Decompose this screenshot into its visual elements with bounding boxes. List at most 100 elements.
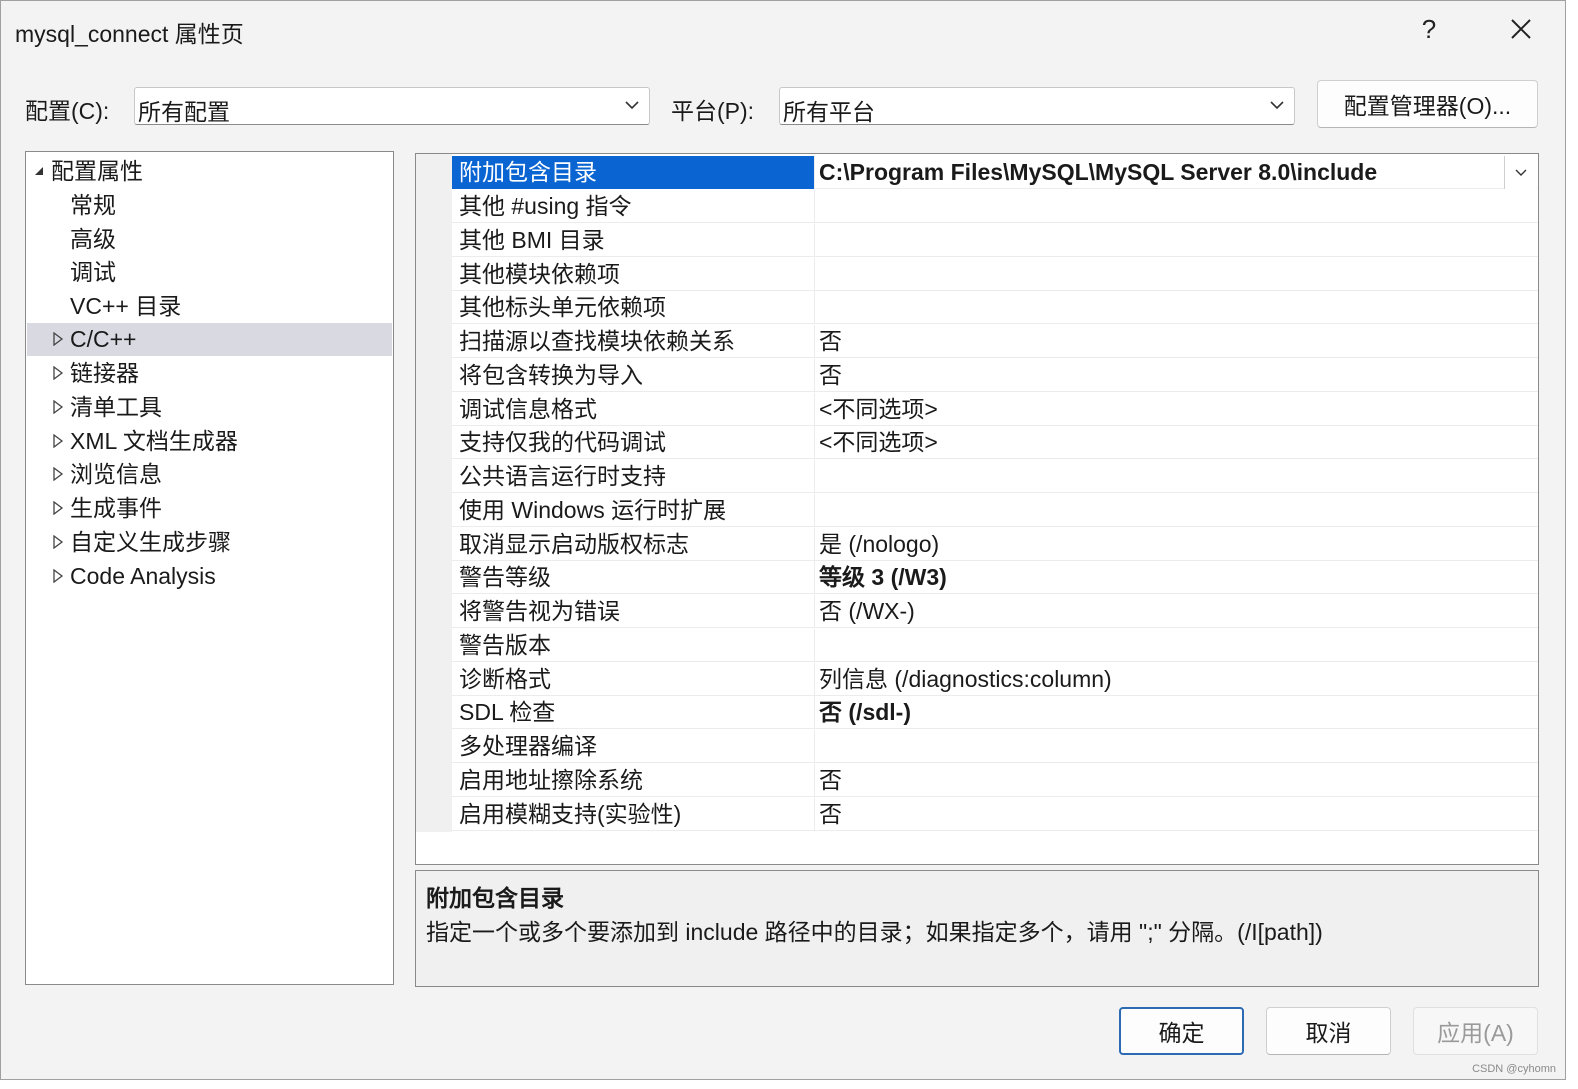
apply-button[interactable]: 应用(A) <box>1413 1007 1538 1055</box>
tree-item-code-analysis[interactable]: Code Analysis <box>27 560 392 593</box>
collapsed-triangle-icon <box>53 535 64 549</box>
chevron-down-icon <box>625 101 639 110</box>
property-value[interactable]: 等级 3 (/W3) <box>819 561 947 594</box>
tree-item-label: 配置属性 <box>51 158 143 184</box>
tree-item-build-events[interactable]: 生成事件 <box>27 492 392 525</box>
property-name: 启用模糊支持(实验性) <box>452 798 815 831</box>
property-row[interactable]: 调试信息格式 <不同选项> <box>452 393 1538 426</box>
config-label: 配置(C): <box>25 98 110 124</box>
window-title: mysql_connect 属性页 <box>15 21 244 47</box>
property-row[interactable]: 公共语言运行时支持 <box>452 460 1538 493</box>
property-row[interactable]: 启用模糊支持(实验性) 否 <box>452 798 1538 831</box>
property-value[interactable]: 否 <box>819 764 842 797</box>
platform-label: 平台(P): <box>671 98 755 124</box>
property-tree[interactable]: 配置属性 常规 高级 调试 VC++ 目录 C/C++ 链接器 清单工具 XML… <box>25 151 394 985</box>
tree-item-label: 自定义生成步骤 <box>70 529 231 555</box>
property-row[interactable]: 多处理器编译 <box>452 730 1538 763</box>
configuration-manager-button[interactable]: 配置管理器(O)... <box>1317 80 1538 128</box>
cancel-button[interactable]: 取消 <box>1266 1007 1391 1055</box>
tree-item-vc-directories[interactable]: VC++ 目录 <box>27 290 392 323</box>
description-text: 指定一个或多个要添加到 include 路径中的目录；如果指定多个，请用 ";"… <box>426 919 1323 945</box>
tree-item-label: 调试 <box>70 259 116 285</box>
property-row[interactable]: 警告版本 <box>452 629 1538 662</box>
collapsed-triangle-icon <box>53 366 64 380</box>
tree-item-label: 常规 <box>70 192 116 218</box>
property-row[interactable]: SDL 检查 否 (/sdl-) <box>452 696 1538 729</box>
config-dropdown[interactable]: 所有配置 <box>134 87 650 125</box>
property-name: 警告版本 <box>452 629 815 662</box>
tree-item-custom-build-step[interactable]: 自定义生成步骤 <box>27 526 392 559</box>
property-pages-dialog: mysql_connect 属性页 ? 配置(C): 所有配置 平台(P): 所… <box>0 0 1566 1080</box>
property-value[interactable]: 否 <box>819 325 842 358</box>
close-button[interactable] <box>1493 7 1549 51</box>
tree-item-linker[interactable]: 链接器 <box>27 357 392 390</box>
tree-item-label: 清单工具 <box>70 394 162 420</box>
description-panel: 附加包含目录 指定一个或多个要添加到 include 路径中的目录；如果指定多个… <box>415 870 1539 987</box>
property-value[interactable]: C:\Program Files\MySQL\MySQL Server 8.0\… <box>819 156 1377 189</box>
property-row[interactable]: 其他 #using 指令 <box>452 190 1538 223</box>
tree-item-manifest-tool[interactable]: 清单工具 <box>27 391 392 424</box>
property-value[interactable]: 列信息 (/diagnostics:column) <box>819 663 1112 696</box>
collapsed-triangle-icon <box>53 400 64 414</box>
property-value[interactable]: 是 (/nologo) <box>819 528 939 561</box>
tree-item-c-cpp[interactable]: C/C++ <box>27 323 392 356</box>
property-grid[interactable]: 附加包含目录 C:\Program Files\MySQL\MySQL Serv… <box>415 153 1539 865</box>
property-name: SDL 检查 <box>452 696 815 729</box>
property-row[interactable]: 附加包含目录 C:\Program Files\MySQL\MySQL Serv… <box>452 156 1538 189</box>
close-icon <box>1511 19 1531 39</box>
property-name: 其他模块依赖项 <box>452 258 815 291</box>
property-name: 将包含转换为导入 <box>452 359 815 392</box>
property-value[interactable]: 否 <box>819 798 842 831</box>
ok-button[interactable]: 确定 <box>1119 1007 1244 1055</box>
tree-item-label: XML 文档生成器 <box>70 428 238 454</box>
property-name: 使用 Windows 运行时扩展 <box>452 494 815 527</box>
property-row[interactable]: 警告等级 等级 3 (/W3) <box>452 561 1538 594</box>
tree-item-label: 生成事件 <box>70 495 162 521</box>
property-name: 扫描源以查找模块依赖关系 <box>452 325 815 358</box>
tree-item-xml-doc-generator[interactable]: XML 文档生成器 <box>27 425 392 458</box>
property-value[interactable]: 否 <box>819 359 842 392</box>
platform-dropdown[interactable]: 所有平台 <box>779 87 1295 125</box>
property-row[interactable]: 启用地址擦除系统 否 <box>452 764 1538 797</box>
property-name: 警告等级 <box>452 561 815 594</box>
watermark: CSDN @cyhomn <box>1472 1063 1556 1075</box>
platform-dropdown-value: 所有平台 <box>783 99 875 125</box>
collapsed-triangle-icon <box>53 501 64 515</box>
description-title: 附加包含目录 <box>426 885 564 911</box>
property-name: 将警告视为错误 <box>452 595 815 628</box>
property-name: 诊断格式 <box>452 663 815 696</box>
tree-item-configuration-properties[interactable]: 配置属性 <box>27 155 392 188</box>
chevron-down-icon <box>1515 169 1527 176</box>
property-value[interactable]: <不同选项> <box>819 426 938 459</box>
property-row[interactable]: 取消显示启动版权标志 是 (/nologo) <box>452 528 1538 561</box>
chevron-down-icon <box>1270 101 1284 110</box>
property-row[interactable]: 其他 BMI 目录 <box>452 224 1538 257</box>
property-dropdown-button[interactable] <box>1504 156 1537 189</box>
property-row[interactable]: 扫描源以查找模块依赖关系 否 <box>452 325 1538 358</box>
tree-item-general[interactable]: 常规 <box>27 189 392 222</box>
property-value[interactable]: 否 (/WX-) <box>819 595 915 628</box>
collapsed-triangle-icon <box>53 569 64 583</box>
property-value[interactable]: 否 (/sdl-) <box>819 696 911 729</box>
property-row[interactable]: 将包含转换为导入 否 <box>452 359 1538 392</box>
property-name: 启用地址擦除系统 <box>452 764 815 797</box>
tree-item-browse-info[interactable]: 浏览信息 <box>27 458 392 491</box>
tree-item-label: C/C++ <box>70 326 137 352</box>
title-bar: mysql_connect 属性页 ? <box>1 1 1565 57</box>
property-row[interactable]: 支持仅我的代码调试 <不同选项> <box>452 426 1538 459</box>
property-row[interactable]: 其他模块依赖项 <box>452 258 1538 291</box>
tree-item-label: 浏览信息 <box>70 461 162 487</box>
property-name: 取消显示启动版权标志 <box>452 528 815 561</box>
expanded-triangle-icon <box>35 167 43 175</box>
property-row[interactable]: 诊断格式 列信息 (/diagnostics:column) <box>452 663 1538 696</box>
tree-item-debugging[interactable]: 调试 <box>27 256 392 289</box>
property-row[interactable]: 将警告视为错误 否 (/WX-) <box>452 595 1538 628</box>
property-row[interactable]: 使用 Windows 运行时扩展 <box>452 494 1538 527</box>
property-name: 多处理器编译 <box>452 730 815 763</box>
property-row[interactable]: 其他标头单元依赖项 <box>452 291 1538 324</box>
help-button[interactable]: ? <box>1401 7 1457 51</box>
property-value[interactable]: <不同选项> <box>819 393 938 426</box>
tree-item-label: Code Analysis <box>70 563 216 589</box>
tree-item-label: 高级 <box>70 226 116 252</box>
tree-item-advanced[interactable]: 高级 <box>27 223 392 256</box>
